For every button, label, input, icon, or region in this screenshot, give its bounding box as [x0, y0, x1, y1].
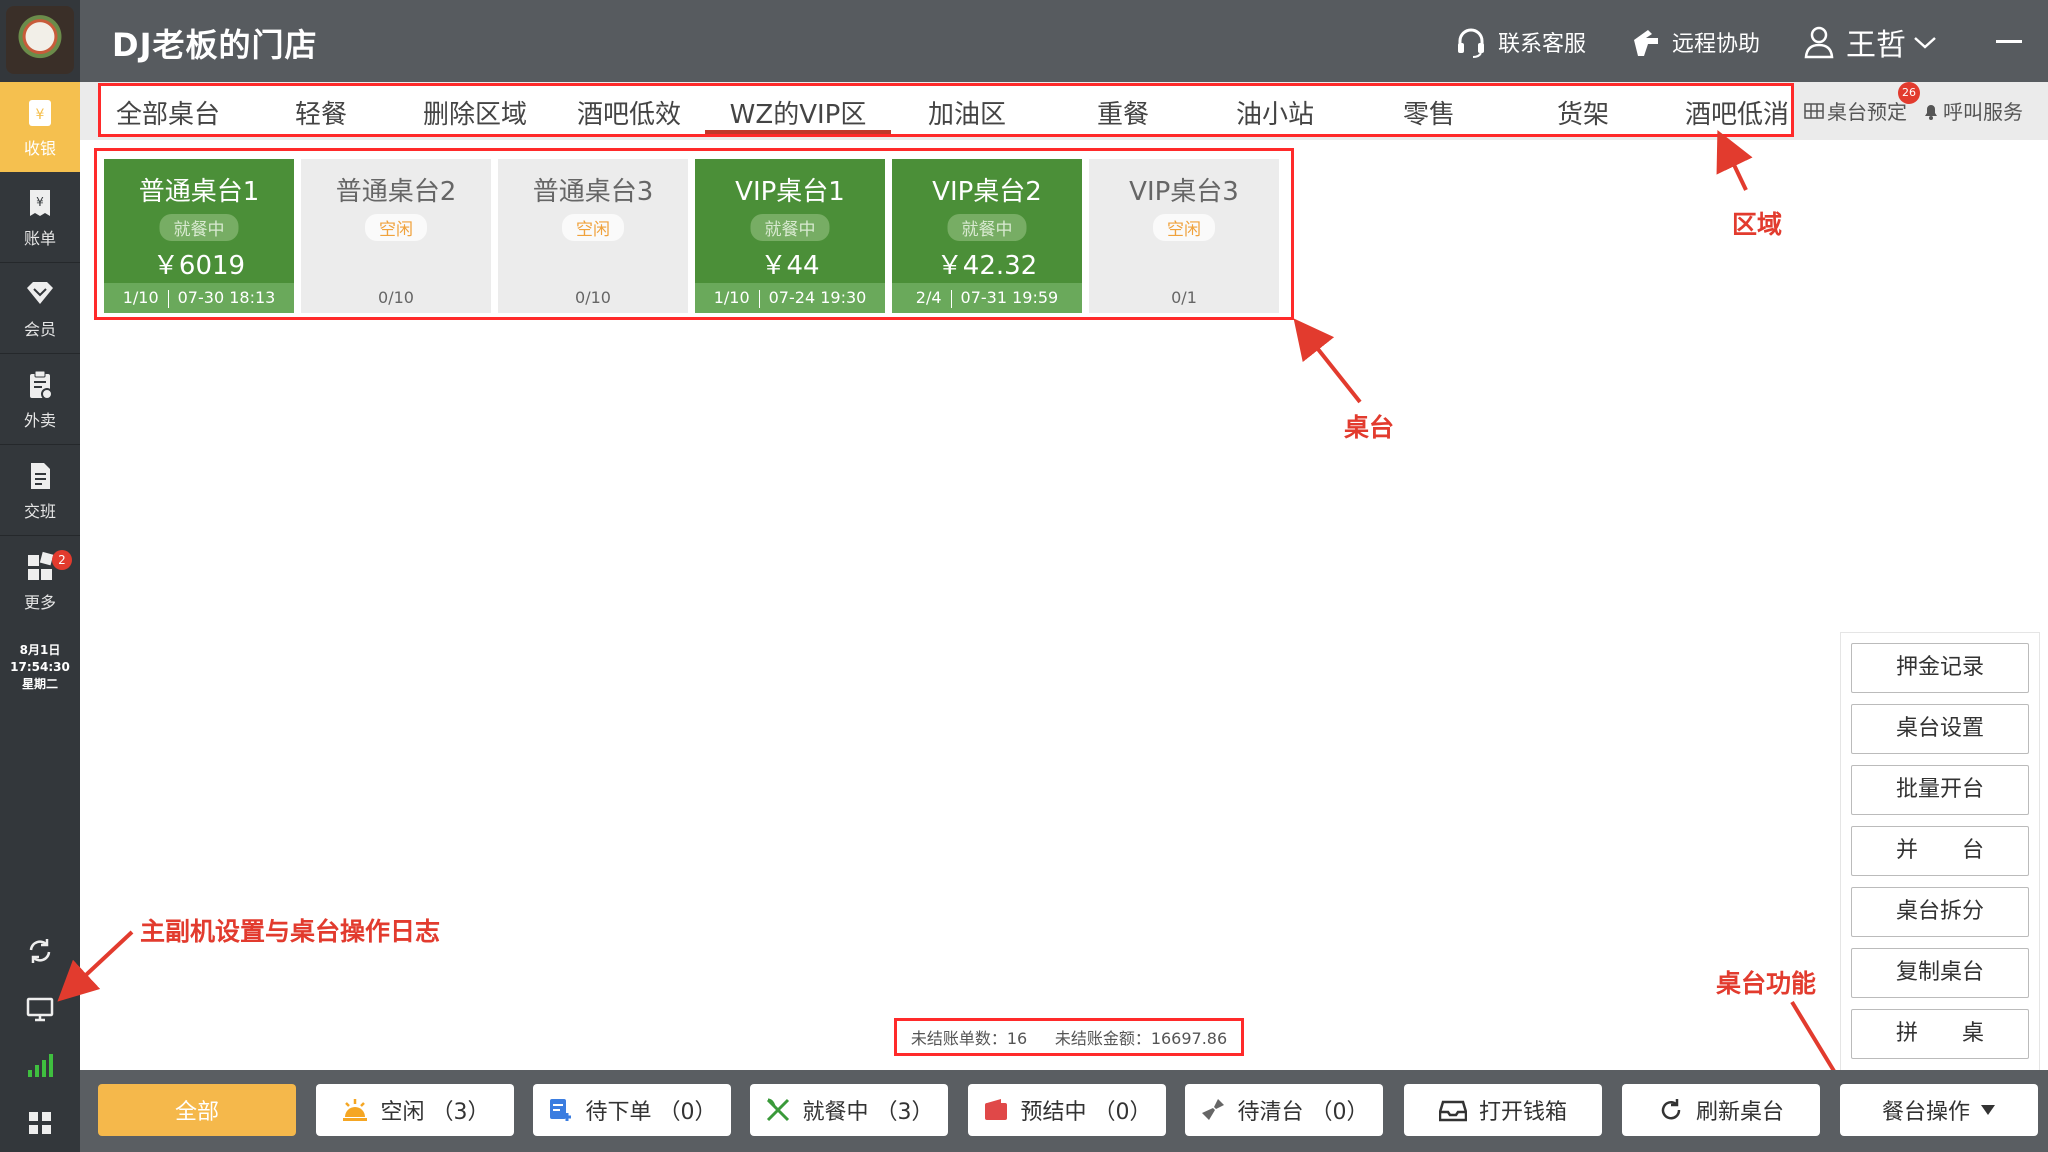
filter-cleaning-label: 待清台 （0）: [1237, 1100, 1369, 1125]
filter-pending-label: 待下单 （0）: [585, 1100, 717, 1125]
copy-table-button[interactable]: 复制桌台: [1851, 948, 2029, 998]
filter-prebill-button[interactable]: 预结中 （0）: [968, 1084, 1166, 1136]
filter-dining-label: 就餐中 （3）: [802, 1100, 934, 1125]
open-cashbox-button[interactable]: 打开钱箱: [1404, 1084, 1602, 1136]
filter-idle-button[interactable]: 空闲 （3）: [316, 1084, 514, 1136]
sun-icon: [342, 1099, 367, 1121]
table-ops-label: 餐台操作: [1881, 1100, 1970, 1125]
wallet-icon: [984, 1099, 1007, 1120]
filter-prebill-label: 预结中 （0）: [1020, 1100, 1152, 1125]
unsettled-amount: 未结账金额：16697.86: [1054, 1029, 1228, 1048]
cash-drawer-icon: [1438, 1100, 1467, 1122]
refresh-tables-button[interactable]: 刷新桌台: [1622, 1084, 1820, 1136]
filter-idle-label: 空闲 （3）: [380, 1100, 490, 1125]
filter-pending-button[interactable]: 待下单 （0）: [533, 1084, 731, 1136]
utensils-icon: [766, 1098, 789, 1122]
refresh-icon: [1661, 1099, 1681, 1120]
unsettled-count: 未结账单数：16: [910, 1029, 1028, 1048]
filter-all-label: 全部: [174, 1100, 219, 1125]
annotation-area: 区域: [1732, 210, 1783, 239]
caret-down-icon: [1981, 1105, 1995, 1115]
table-functions-panel: 押金记录 桌台设置 批量开台 并 台 桌台拆分 复制桌台 拼 桌: [1840, 632, 2040, 1072]
merge-table-button[interactable]: 并 台: [1851, 826, 2029, 876]
refresh-label: 刷新桌台: [1695, 1100, 1784, 1125]
unsettled-summary: 未结账单数：16 未结账金额：16697.86: [894, 1018, 1244, 1056]
annotation-log: 主副机设置与桌台操作日志: [140, 917, 441, 946]
order-icon: [549, 1099, 571, 1121]
split-table-button[interactable]: 桌台拆分: [1851, 887, 2029, 937]
batch-open-button[interactable]: 批量开台: [1851, 765, 2029, 815]
cashbox-label: 打开钱箱: [1478, 1100, 1567, 1125]
join-table-button[interactable]: 拼 桌: [1851, 1009, 2029, 1059]
table-settings-button[interactable]: 桌台设置: [1851, 704, 2029, 754]
table-ops-button[interactable]: 餐台操作: [1840, 1084, 2038, 1136]
annotation-table: 桌台: [1344, 413, 1395, 442]
broom-icon: [1201, 1099, 1224, 1120]
annotation-functions: 桌台功能: [1716, 969, 1817, 998]
deposit-record-button[interactable]: 押金记录: [1851, 643, 2029, 693]
filter-dining-button[interactable]: 就餐中 （3）: [750, 1084, 948, 1136]
bottom-filter-bar: 全部 空闲 （3） 待下单 （0） 就餐中 （3） 预结中 （0） 待清台 （0…: [80, 1070, 2048, 1152]
filter-cleaning-button[interactable]: 待清台 （0）: [1185, 1084, 1383, 1136]
filter-all-button[interactable]: 全部: [98, 1084, 296, 1136]
